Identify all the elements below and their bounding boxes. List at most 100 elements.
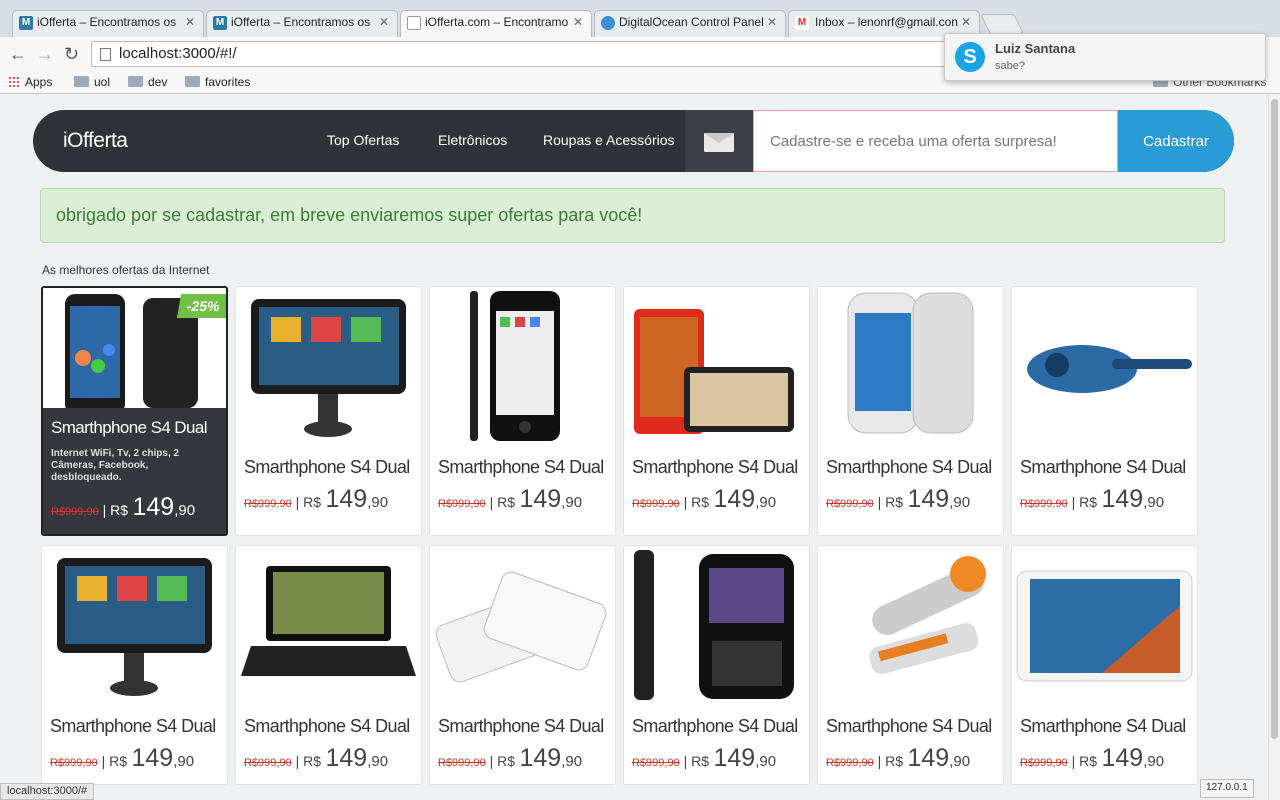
product-price: R$999,90 | R$ 149,90 xyxy=(1020,485,1165,513)
product-name[interactable]: Smarthphone S4 Dual xyxy=(826,716,992,737)
price-cents: ,90 xyxy=(755,494,777,511)
forward-icon[interactable]: → xyxy=(36,44,54,65)
tab-title: iOfferta – Encontramos os xyxy=(231,15,371,29)
hair-curler-icon[interactable] xyxy=(1012,287,1197,449)
currency: R$ xyxy=(885,494,904,510)
price-value: 149 xyxy=(325,485,368,513)
product-name[interactable]: Smarthphone S4 Dual xyxy=(438,457,604,478)
bookmark-apps[interactable]: Apps xyxy=(8,75,52,89)
netbook-icon[interactable] xyxy=(236,546,421,708)
address-bar[interactable]: localhost:3000/#!/ xyxy=(91,41,971,67)
product-card[interactable]: Smarthphone S4 Dual R$999,90 | R$ 149,90 xyxy=(429,286,616,536)
currency: R$ xyxy=(303,494,322,510)
blackberry-icon[interactable] xyxy=(624,546,809,708)
galaxy-s3-icon[interactable] xyxy=(818,287,1003,449)
product-card[interactable]: Smarthphone S4 Dual R$999,90 | R$ 149,90 xyxy=(1011,286,1198,536)
browser-tab[interactable]: DigitalOcean Control Panel ✕ xyxy=(594,10,786,37)
product-name[interactable]: Smarthphone S4 Dual xyxy=(244,716,410,737)
old-price: R$999,90 xyxy=(50,757,98,769)
folder-icon xyxy=(185,76,200,87)
product-price: R$999,90 | R$ 149,90 xyxy=(632,744,777,772)
product-name[interactable]: Smarthphone S4 Dual xyxy=(1020,716,1186,737)
product-card[interactable]: Smarthphone S4 Dual R$999,90 | R$ 149,90 xyxy=(235,286,422,536)
tab-favicon-icon: M xyxy=(19,16,33,30)
currency: R$ xyxy=(109,753,128,769)
bookmark-favorites[interactable]: favorites xyxy=(185,75,250,89)
tab-title: iOfferta – Encontramos os xyxy=(37,15,177,29)
price-value: 149 xyxy=(131,744,174,772)
browser-tab-active[interactable]: iOfferta.com – Encontramo ✕ xyxy=(400,10,592,37)
hair-straightener-icon[interactable] xyxy=(818,546,1003,708)
price-value: 149 xyxy=(1101,744,1144,772)
product-price: R$999,90 | R$ 149,90 xyxy=(1020,744,1165,772)
old-price: R$999,90 xyxy=(438,498,486,510)
product-price: R$999,90 | R$ 149,90 xyxy=(244,485,389,513)
currency: R$ xyxy=(885,753,904,769)
price-cents: ,90 xyxy=(949,494,971,511)
nav-eletronicos[interactable]: Eletrônicos xyxy=(438,132,507,148)
product-name[interactable]: Smarthphone S4 Dual xyxy=(51,418,207,438)
product-card[interactable]: -25% Internet WiFi, Tv, 2 chips, 2 Câmera… xyxy=(41,286,228,536)
reload-icon[interactable]: ↻ xyxy=(64,44,79,65)
browser-tab-bar: M iOfferta – Encontramos os ✕ M iOfferta… xyxy=(0,0,1280,37)
nav-roupas-acessorios[interactable]: Roupas e Acessórios xyxy=(543,132,675,148)
product-name[interactable]: Smarthphone S4 Dual xyxy=(632,457,798,478)
signup-button[interactable]: Cadastrar xyxy=(1118,110,1234,172)
new-tab-button[interactable] xyxy=(980,14,1024,34)
product-price: R$999,90 | R$ 149,90 xyxy=(438,744,583,772)
product-card[interactable]: Smarthphone S4 Dual R$999,90 | R$ 149,90 xyxy=(817,545,1004,785)
gps-device-icon[interactable] xyxy=(236,287,421,449)
close-tab-icon[interactable]: ✕ xyxy=(379,15,389,29)
product-card[interactable]: Smarthphone S4 Dual R$999,90 | R$ 149,90 xyxy=(623,545,810,785)
close-tab-icon[interactable]: ✕ xyxy=(573,15,583,29)
product-card[interactable]: Smarthphone S4 Dual R$999,90 | R$ 149,90 xyxy=(235,545,422,785)
bookmark-uol[interactable]: uol xyxy=(74,75,110,89)
price-cents: ,90 xyxy=(1143,753,1165,770)
product-name[interactable]: Smarthphone S4 Dual xyxy=(50,716,216,737)
product-price: R$999,90 | R$ 149,90 xyxy=(632,485,777,513)
currency: R$ xyxy=(303,753,322,769)
product-name[interactable]: Smarthphone S4 Dual xyxy=(826,457,992,478)
price-cents: ,90 xyxy=(174,502,196,519)
product-card[interactable]: Smarthphone S4 Dual R$999,90 | R$ 149,90 xyxy=(429,545,616,785)
gps-device-icon[interactable] xyxy=(42,546,227,708)
bookmark-dev[interactable]: dev xyxy=(128,75,167,89)
product-card[interactable]: Smarthphone S4 Dual R$999,90 | R$ 149,90 xyxy=(41,545,228,785)
page-icon xyxy=(407,16,421,30)
mail-box xyxy=(685,110,753,172)
gmail-icon: M xyxy=(795,16,809,30)
iphone-icon[interactable] xyxy=(430,287,615,449)
close-tab-icon[interactable]: ✕ xyxy=(961,15,971,29)
old-price: R$999,90 xyxy=(1020,498,1068,510)
price-value: 149 xyxy=(519,485,562,513)
close-tab-icon[interactable]: ✕ xyxy=(185,15,195,29)
product-card[interactable]: Smarthphone S4 Dual R$999,90 | R$ 149,90 xyxy=(1011,545,1198,785)
old-price: R$999,90 xyxy=(438,757,486,769)
tab-title: Inbox – lenonrf@gmail.con xyxy=(815,15,958,29)
browser-tab[interactable]: M iOfferta – Encontramos os ✕ xyxy=(12,10,204,37)
white-iphone-icon[interactable] xyxy=(430,546,615,708)
price-value: 149 xyxy=(132,493,175,521)
tab-favicon-icon: M xyxy=(213,16,227,30)
price-value: 149 xyxy=(325,744,368,772)
close-tab-icon[interactable]: ✕ xyxy=(767,15,777,29)
product-card[interactable]: Smarthphone S4 Dual R$999,90 | R$ 149,90 xyxy=(623,286,810,536)
browser-tab[interactable]: M iOfferta – Encontramos os ✕ xyxy=(206,10,398,37)
signup-email-input[interactable] xyxy=(753,110,1118,172)
product-name[interactable]: Smarthphone S4 Dual xyxy=(1020,457,1186,478)
section-title: As melhores ofertas da Internet xyxy=(42,263,210,277)
scrollbar-thumb[interactable] xyxy=(1271,99,1278,739)
site-logo[interactable]: iOfferta xyxy=(63,129,128,153)
tablet-icon[interactable] xyxy=(1012,546,1197,708)
page-scrollbar[interactable] xyxy=(1268,95,1280,800)
lumia-phone-icon[interactable] xyxy=(624,287,809,449)
skype-notification[interactable]: S Luiz Santana sabe? xyxy=(944,33,1266,81)
product-name[interactable]: Smarthphone S4 Dual xyxy=(244,457,410,478)
product-card[interactable]: Smarthphone S4 Dual R$999,90 | R$ 149,90 xyxy=(817,286,1004,536)
price-cents: ,90 xyxy=(367,753,389,770)
product-name[interactable]: Smarthphone S4 Dual xyxy=(632,716,798,737)
back-icon[interactable]: ← xyxy=(9,44,27,65)
product-name[interactable]: Smarthphone S4 Dual xyxy=(438,716,604,737)
old-price: R$999,90 xyxy=(826,498,874,510)
nav-top-ofertas[interactable]: Top Ofertas xyxy=(327,132,399,148)
